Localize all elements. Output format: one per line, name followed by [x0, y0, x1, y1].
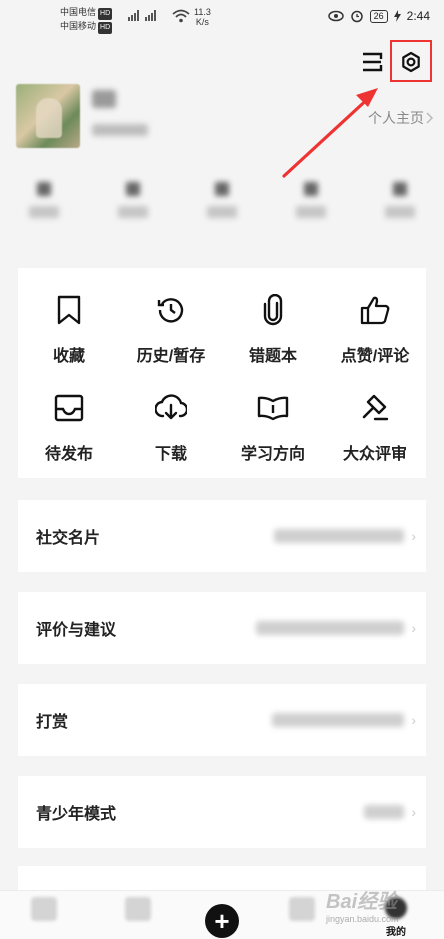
row-title: 青少年模式 [36, 806, 117, 823]
alarm-icon [350, 10, 363, 23]
row-feedback[interactable]: 评价与建议 › [18, 592, 426, 664]
username-blurred [92, 90, 116, 108]
inbox-icon [54, 394, 84, 422]
carrier-1: 中国电信 [60, 7, 97, 17]
personal-homepage-link[interactable]: 个人主页 [368, 108, 434, 128]
shortcut-label: 错题本 [248, 348, 297, 365]
scan-button[interactable] [356, 46, 388, 78]
paperclip-icon [263, 294, 283, 326]
shortcut-label: 大众评审 [342, 446, 407, 463]
stat-item[interactable] [286, 182, 336, 236]
gavel-icon [362, 394, 389, 421]
download-icon [155, 394, 187, 420]
chevron-right-icon [426, 112, 434, 124]
tab-home[interactable]: ​ [14, 897, 74, 936]
message-icon [289, 897, 315, 921]
row-value-blurred [364, 805, 404, 819]
row-teen-mode[interactable]: 青少年模式 › [18, 776, 426, 848]
signal-icon-2 [145, 10, 156, 21]
avatar[interactable] [16, 84, 80, 148]
row-reward[interactable]: 打赏 › [18, 684, 426, 756]
hd-badge-2: HD [98, 22, 113, 34]
shortcut-favorites[interactable]: 收藏 [18, 294, 120, 366]
shortcut-grid: 收藏 历史/暂存 错题本 点赞/评论 待发布 下载 学习方向 大众评审 [18, 268, 426, 478]
tab-second[interactable]: ​ [108, 897, 168, 936]
shortcut-history[interactable]: 历史/暂存 [120, 294, 222, 366]
chevron-right-icon: › [411, 620, 416, 636]
tab-mine-label: 我的 [386, 927, 406, 938]
shortcut-wrong-questions[interactable]: 错题本 [222, 294, 324, 366]
chevron-right-icon: › [411, 804, 416, 820]
row-value-blurred [272, 713, 404, 727]
row-value-blurred [256, 621, 404, 635]
shortcut-label: 历史/暂存 [136, 348, 206, 365]
shortcut-label: 点赞/评论 [340, 348, 410, 365]
tab-messages[interactable]: ​ [272, 897, 332, 936]
row-value-blurred [274, 529, 404, 543]
battery-level: 26 [369, 9, 388, 23]
book-icon [257, 396, 289, 421]
wifi-icon [172, 9, 190, 23]
shortcut-download[interactable]: 下载 [120, 392, 222, 464]
watermark: Bai经验 jingyan.baidu.com [326, 885, 399, 924]
signal-icon [128, 10, 139, 21]
watermark-brand: Bai经验 [326, 891, 398, 913]
carrier-info: 中国电信 HD 中国移动 HD [60, 6, 113, 34]
signal-icons [128, 10, 156, 21]
shortcut-pending-publish[interactable]: 待发布 [18, 392, 120, 464]
shortcut-label: 下载 [154, 446, 187, 463]
bookmark-icon [57, 295, 81, 325]
status-bar: 中国电信 HD 中国移动 HD 11.3 K/s 26 2:44 [0, 0, 444, 34]
shortcut-label: 收藏 [52, 348, 85, 365]
carrier-2: 中国移动 [60, 21, 97, 31]
create-button[interactable]: + [205, 904, 239, 938]
net-speed: 11.3 K/s [194, 7, 211, 27]
status-time: 2:44 [406, 9, 430, 23]
user-subtitle-blurred [92, 124, 148, 136]
shortcut-learning-direction[interactable]: 学习方向 [222, 392, 324, 464]
shortcut-public-review[interactable]: 大众评审 [324, 392, 426, 464]
stat-item[interactable] [19, 182, 69, 236]
shortcut-likes-comments[interactable]: 点赞/评论 [324, 294, 426, 366]
chevron-right-icon: › [411, 528, 416, 544]
watermark-url: jingyan.baidu.com [326, 914, 399, 924]
row-title: 打赏 [36, 714, 69, 731]
notebook-icon [125, 897, 151, 921]
thumbs-up-icon [360, 296, 390, 325]
home-icon [31, 897, 57, 921]
net-speed-value: 11.3 [194, 7, 211, 17]
highlight-box [390, 40, 432, 82]
stat-item[interactable] [197, 182, 247, 236]
plus-icon: + [214, 906, 230, 936]
net-speed-unit: K/s [195, 17, 209, 27]
shortcut-label: 待发布 [44, 446, 93, 463]
history-icon [157, 298, 184, 323]
personal-homepage-label: 个人主页 [368, 110, 424, 126]
charging-icon [393, 10, 401, 22]
row-social-card[interactable]: 社交名片 › [18, 500, 426, 572]
stats-row [0, 182, 444, 236]
shortcut-label: 学习方向 [240, 446, 305, 463]
status-right: 26 2:44 [327, 9, 430, 23]
stat-item[interactable] [108, 182, 158, 236]
hd-badge: HD [98, 8, 113, 20]
stat-item[interactable] [375, 182, 425, 236]
row-title: 评价与建议 [36, 622, 117, 639]
row-title: 社交名片 [36, 530, 101, 547]
scan-icon [363, 52, 383, 72]
chevron-right-icon: › [411, 712, 416, 728]
eye-icon [327, 10, 344, 22]
